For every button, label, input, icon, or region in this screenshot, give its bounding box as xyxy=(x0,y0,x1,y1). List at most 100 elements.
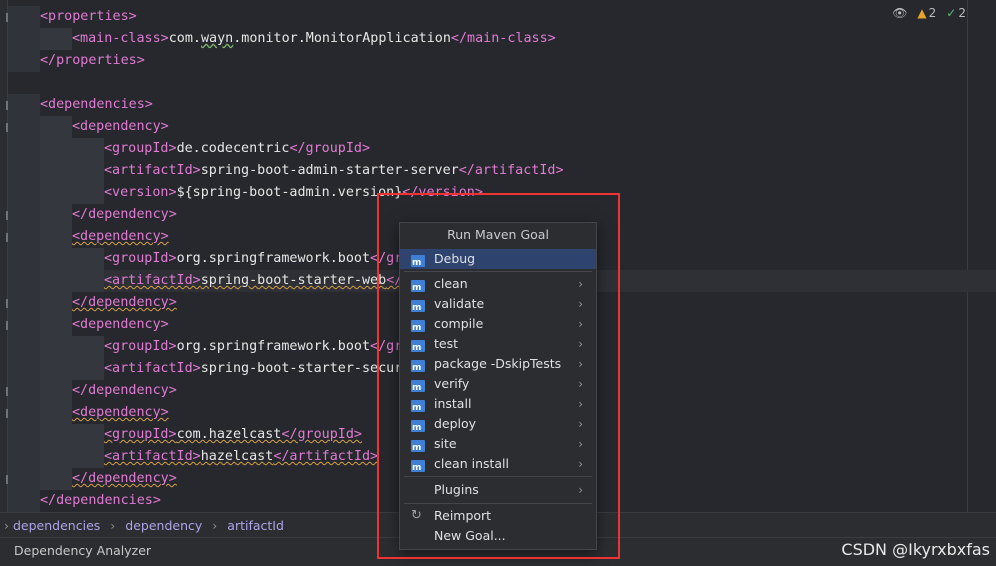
indent-guide xyxy=(40,380,72,402)
code-line[interactable]: <version>${spring-boot-admin.version}</v… xyxy=(8,182,483,204)
code-line[interactable]: <artifactId>hazelcast</artifactId> xyxy=(8,446,378,468)
fold-marker-icon[interactable] xyxy=(0,101,8,110)
indent-guide xyxy=(8,6,40,28)
svg-text:m: m xyxy=(412,403,421,412)
editor-scrollbar[interactable] xyxy=(967,0,968,512)
plugins-item[interactable]: Plugins › xyxy=(400,480,596,500)
chevron-right-icon: › xyxy=(212,517,218,533)
breadcrumb-item[interactable]: dependency xyxy=(125,518,202,533)
code-line[interactable]: <groupId>com.hazelcast</groupId> xyxy=(8,424,362,446)
fold-marker-icon[interactable] xyxy=(0,387,8,396)
fold-marker-icon[interactable] xyxy=(0,409,8,418)
indent-guide xyxy=(8,94,40,116)
svg-text:m: m xyxy=(412,323,421,332)
maven-goal-label: compile xyxy=(434,316,484,331)
code-line[interactable]: <dependency> xyxy=(8,116,169,138)
maven-goal-label: verify xyxy=(434,376,470,391)
code-line[interactable]: <artifactId>spring-boot-starter-secur xyxy=(8,358,402,380)
xml-tag: </dependency> xyxy=(72,471,177,486)
xml-tag: <groupId> xyxy=(104,427,177,442)
fold-marker-icon[interactable] xyxy=(0,321,8,330)
xml-tag: <dependency> xyxy=(72,119,169,134)
code-line[interactable]: </dependency> xyxy=(8,468,177,490)
code-line[interactable]: <dependency> xyxy=(8,314,169,336)
dependency-analyzer-tab[interactable]: Dependency Analyzer xyxy=(14,543,151,558)
fold-marker-icon[interactable] xyxy=(0,475,8,484)
maven-goal-item[interactable]: m install › xyxy=(400,394,596,414)
fold-marker-icon[interactable] xyxy=(0,233,8,242)
xml-tag: </gr xyxy=(370,339,403,354)
maven-goal-item[interactable]: m compile › xyxy=(400,314,596,334)
code-line[interactable]: <artifactId>spring-boot-starter-web</ xyxy=(8,270,402,292)
code-line[interactable]: <groupId>org.springframework.boot</gr xyxy=(8,248,402,270)
maven-goal-item[interactable]: m package -DskipTests › xyxy=(400,354,596,374)
maven-goal-item[interactable]: m Debug xyxy=(400,249,596,269)
xml-tag: </dependency> xyxy=(72,295,177,310)
maven-icon: m xyxy=(411,278,425,293)
maven-goal-item[interactable]: m deploy › xyxy=(400,414,596,434)
fold-marker-icon[interactable] xyxy=(0,13,8,22)
chevron-right-icon: › xyxy=(578,397,583,411)
fold-marker-icon[interactable] xyxy=(0,299,8,308)
xml-text: spring-boot-starter-secur xyxy=(200,361,403,376)
warning-count[interactable]: 2 xyxy=(929,6,937,20)
ok-count[interactable]: 2 xyxy=(958,6,966,20)
xml-text: spring-boot-starter-web xyxy=(200,273,387,288)
xml-tag: <artifactId> xyxy=(104,273,201,288)
xml-tag: <dependency> xyxy=(72,317,169,332)
maven-goal-item[interactable]: m site › xyxy=(400,434,596,454)
code-line[interactable]: <dependency> xyxy=(8,226,169,248)
new-goal-label: New Goal... xyxy=(434,528,506,543)
indent-guide xyxy=(40,424,72,446)
code-line[interactable]: <properties> xyxy=(8,6,137,28)
code-line[interactable]: <dependency> xyxy=(8,402,169,424)
chevron-right-icon: › xyxy=(578,297,583,311)
svg-text:m: m xyxy=(412,423,421,432)
indent-guide xyxy=(8,446,40,468)
maven-goal-label: clean install xyxy=(434,456,510,471)
reimport-item[interactable]: ↻ Reimport xyxy=(400,506,596,526)
fold-marker-icon[interactable] xyxy=(0,123,8,132)
indent-guide xyxy=(40,358,72,380)
maven-goal-item[interactable]: m verify › xyxy=(400,374,596,394)
code-line[interactable]: <groupId>de.codecentric</groupId> xyxy=(8,138,370,160)
maven-goal-item[interactable]: m clean install › xyxy=(400,454,596,474)
chevron-right-icon: › xyxy=(4,517,9,533)
code-line[interactable]: </dependency> xyxy=(8,380,177,402)
maven-goal-item[interactable]: m test › xyxy=(400,334,596,354)
maven-goal-item[interactable]: m clean › xyxy=(400,274,596,294)
xml-text: hazelcast xyxy=(200,449,274,464)
hide-eye-icon[interactable]: 👁︎ xyxy=(892,6,907,20)
code-line[interactable]: </dependency> xyxy=(8,292,177,314)
maven-goal-item[interactable]: m validate › xyxy=(400,294,596,314)
xml-text: com.hazelcast xyxy=(176,427,282,442)
chevron-right-icon: › xyxy=(578,317,583,331)
xml-tag: </groupId> xyxy=(289,141,371,156)
xml-tag: </dependencies> xyxy=(40,493,161,508)
xml-text: com. xyxy=(168,31,201,46)
chevron-right-icon: › xyxy=(578,483,583,497)
indent-guide xyxy=(40,446,72,468)
new-goal-item[interactable]: New Goal... xyxy=(400,526,596,546)
indent-guide xyxy=(40,270,72,292)
breadcrumb-item[interactable]: artifactId xyxy=(227,518,284,533)
fold-marker-icon[interactable] xyxy=(0,211,8,220)
maven-goal-label: site xyxy=(434,436,457,451)
code-line[interactable]: <dependencies> xyxy=(8,94,153,116)
code-line[interactable]: </dependency> xyxy=(8,204,177,226)
indent-guide xyxy=(72,336,104,358)
code-line[interactable]: </dependencies> xyxy=(8,490,161,512)
xml-text: de.codecentric xyxy=(176,141,290,156)
plugins-label: Plugins xyxy=(434,482,479,497)
chevron-right-icon: › xyxy=(110,517,116,533)
code-line[interactable]: </properties> xyxy=(8,50,145,72)
code-line[interactable]: <artifactId>spring-boot-admin-starter-se… xyxy=(8,160,564,182)
code-line[interactable]: <main-class>com.wayn.monitor.MonitorAppl… xyxy=(8,28,556,50)
xml-tag: </groupId> xyxy=(281,427,362,442)
inspection-widget[interactable]: 👁︎ ▲ 2 ✓ 2 xyxy=(892,6,966,20)
maven-icon: m xyxy=(411,338,425,353)
indent-guide xyxy=(40,226,72,248)
code-line[interactable]: <groupId>org.springframework.boot</gr xyxy=(8,336,402,358)
breadcrumb-item[interactable]: dependencies xyxy=(13,518,100,533)
xml-tag: <dependency> xyxy=(72,229,169,244)
